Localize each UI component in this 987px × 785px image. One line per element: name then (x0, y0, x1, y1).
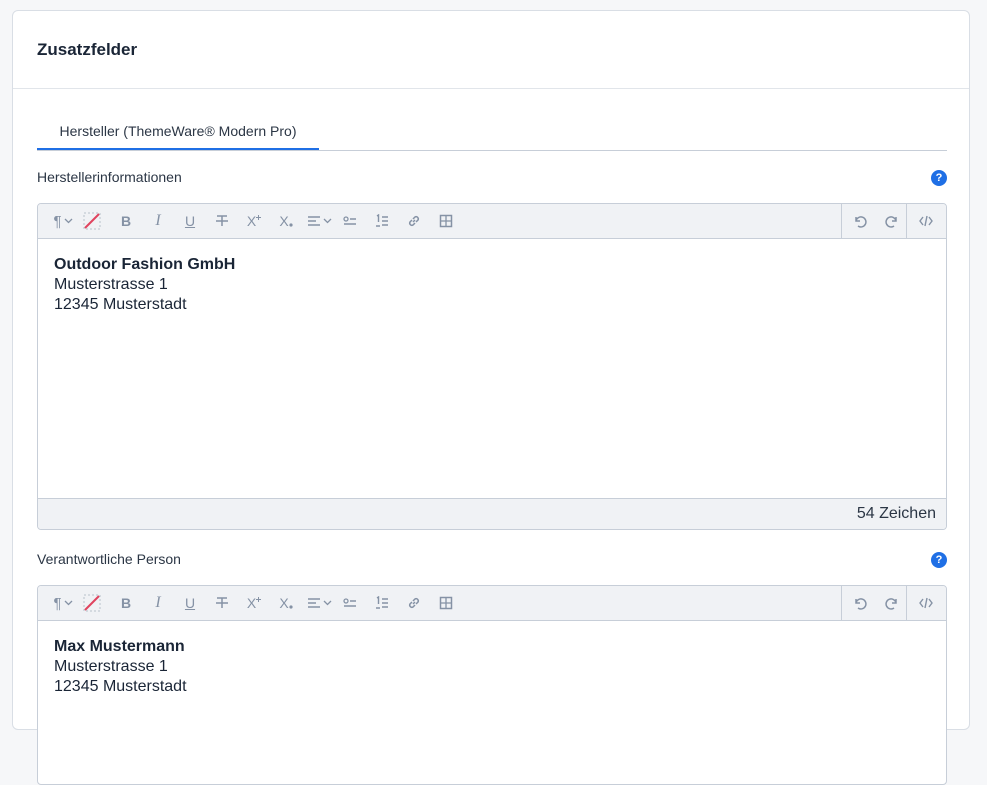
toolbar-divider (906, 204, 907, 238)
help-icon[interactable]: ? (931, 170, 947, 186)
subscript-icon[interactable]: X (274, 204, 298, 238)
clear-format-icon[interactable] (80, 204, 104, 238)
clear-format-icon[interactable] (80, 586, 104, 620)
content-line-city: 12345 Musterstadt (54, 678, 187, 695)
additional-fields-card: Zusatzfelder Hersteller (ThemeWare® Mode… (12, 10, 970, 785)
subscript-glyph: X (279, 213, 289, 229)
character-count: 54 Zeichen (856, 505, 936, 522)
content-line-city: 12345 Musterstadt (54, 296, 187, 313)
toolbar-divider (841, 204, 842, 238)
content-line-street: Musterstrasse 1 (54, 276, 168, 293)
manufacturer-info-label: Herstellerinformationen (37, 169, 182, 185)
editor-toolbar: ¶ B I U X X (38, 586, 946, 621)
italic-icon[interactable]: I (146, 586, 170, 620)
numbered-list-icon[interactable] (370, 204, 394, 238)
superscript-glyph: X (246, 595, 257, 611)
numbered-list-icon[interactable] (370, 586, 394, 620)
tab-bar: Hersteller (ThemeWare® Modern Pro) (37, 114, 947, 151)
link-icon[interactable] (402, 586, 426, 620)
superscript-glyph: X (246, 213, 257, 229)
subscript-icon[interactable]: X (274, 586, 298, 620)
editor-toolbar: ¶ B I U X X (38, 204, 946, 239)
paragraph-format-icon[interactable]: ¶ (46, 586, 80, 620)
content-line-company: Outdoor Fashion GmbH (54, 256, 236, 273)
strikethrough-icon[interactable] (210, 204, 234, 238)
editor-content[interactable]: Outdoor Fashion GmbH Musterstrasse 1 123… (38, 239, 946, 331)
bullet-list-icon[interactable] (338, 204, 362, 238)
paragraph-format-icon[interactable]: ¶ (46, 204, 80, 238)
code-view-icon[interactable] (914, 586, 938, 620)
bullet-list-icon[interactable] (338, 586, 362, 620)
editor-content[interactable]: Max Mustermann Musterstrasse 1 12345 Mus… (38, 621, 946, 713)
responsible-person-editor: ¶ B I U X X Max Mustermann Musterstrasse… (37, 585, 947, 785)
superscript-icon[interactable]: X (242, 586, 266, 620)
paragraph-glyph: ¶ (53, 594, 62, 612)
responsible-person-label: Verantwortliche Person (37, 551, 181, 567)
redo-icon[interactable] (880, 204, 904, 238)
align-icon[interactable] (304, 204, 334, 238)
table-icon[interactable] (434, 204, 458, 238)
redo-icon[interactable] (880, 586, 904, 620)
align-icon[interactable] (304, 586, 334, 620)
help-icon[interactable]: ? (931, 552, 947, 568)
underline-icon[interactable]: U (178, 586, 202, 620)
toolbar-divider (906, 586, 907, 620)
bold-icon[interactable]: B (114, 586, 138, 620)
subscript-glyph: X (279, 595, 289, 611)
manufacturer-info-editor: ¶ B I U X X Outdoor Fashion GmbH Musters… (37, 203, 947, 530)
underline-icon[interactable]: U (178, 204, 202, 238)
strikethrough-icon[interactable] (210, 586, 234, 620)
toolbar-divider (841, 586, 842, 620)
card-title: Zusatzfelder (13, 11, 969, 89)
tab-manufacturer[interactable]: Hersteller (ThemeWare® Modern Pro) (37, 114, 319, 150)
italic-icon[interactable]: I (146, 204, 170, 238)
superscript-icon[interactable]: X (242, 204, 266, 238)
paragraph-glyph: ¶ (53, 212, 62, 230)
editor-statusbar: 54 Zeichen (38, 498, 946, 529)
content-line-street: Musterstrasse 1 (54, 658, 168, 675)
code-view-icon[interactable] (914, 204, 938, 238)
content-line-name: Max Mustermann (54, 638, 185, 655)
link-icon[interactable] (402, 204, 426, 238)
undo-icon[interactable] (848, 586, 872, 620)
bold-icon[interactable]: B (114, 204, 138, 238)
table-icon[interactable] (434, 586, 458, 620)
undo-icon[interactable] (848, 204, 872, 238)
